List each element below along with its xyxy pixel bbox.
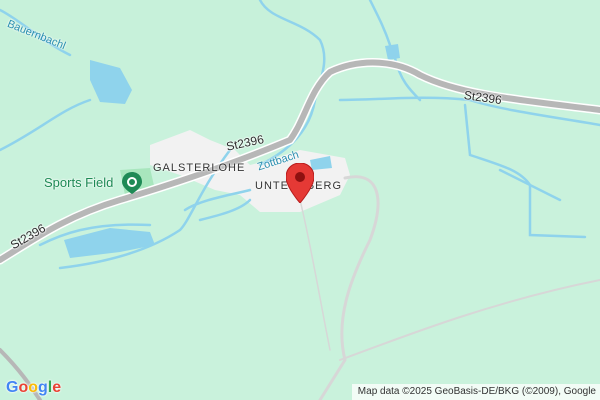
poi-label-sports-field[interactable]: Sports Field: [44, 175, 113, 190]
land-tone: [0, 0, 300, 120]
map-canvas[interactable]: Bauernbachl GALSTERLOHE UNTERNBERG Zottb…: [0, 0, 600, 400]
map-attribution: Map data ©2025 GeoBasis-DE/BKG (©2009), …: [351, 384, 600, 400]
location-pin-icon[interactable]: [286, 163, 314, 203]
park-pin-icon[interactable]: [122, 172, 142, 194]
village-label-galsterlohe: GALSTERLOHE: [153, 162, 246, 174]
google-logo: Google: [6, 379, 62, 396]
